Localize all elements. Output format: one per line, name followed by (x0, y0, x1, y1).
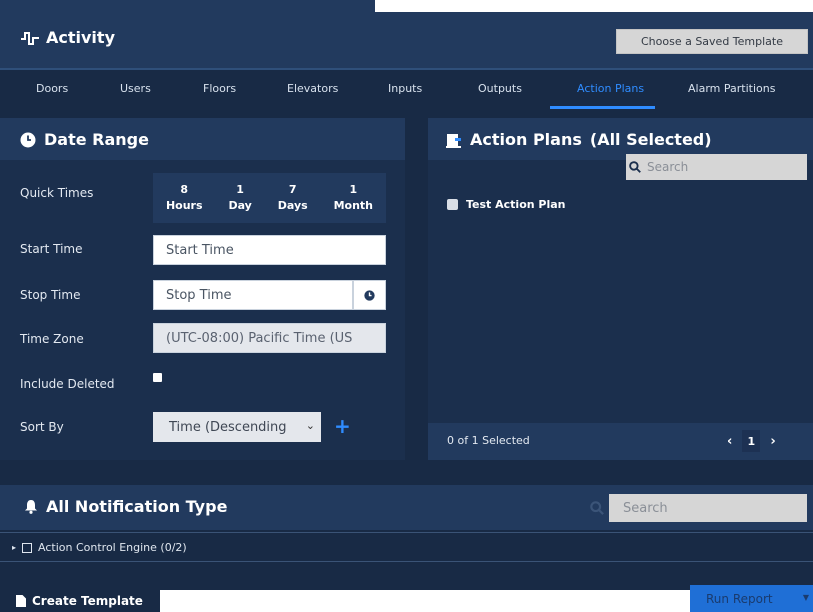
quick-time-value: 7 (288, 183, 297, 196)
tab-elevators[interactable]: Elevators (287, 82, 338, 95)
stop-time-input[interactable]: Stop Time (153, 280, 353, 310)
action-plans-search-input[interactable]: Search (626, 154, 807, 180)
quick-times-group: 8 Hours 1 Day 7 Days 1 Month (153, 173, 386, 223)
notification-type-title-label: All Notification Type (46, 497, 228, 516)
notification-type-title: All Notification Type (24, 497, 227, 516)
search-icon (590, 500, 604, 515)
quick-time-value: 1 (349, 183, 358, 196)
list-item[interactable]: Test Action Plan (447, 198, 566, 211)
active-tab-indicator (550, 106, 655, 109)
quick-time-unit: Days (277, 199, 308, 212)
add-sort-icon[interactable]: + (334, 414, 351, 438)
quick-time-7-days[interactable]: 7 Days (278, 182, 308, 214)
quick-time-1-month[interactable]: 1 Month (334, 182, 373, 214)
quick-time-1-day[interactable]: 1 Day (228, 182, 251, 214)
sort-by-select[interactable]: Time (Descending ⌄ (153, 412, 321, 442)
tab-outputs[interactable]: Outputs (478, 82, 522, 95)
quick-time-unit: Day (228, 199, 252, 212)
quick-time-unit: Month (333, 199, 374, 212)
notification-search-input[interactable]: Search (609, 494, 807, 522)
action-plan-checkbox[interactable] (447, 199, 458, 210)
tab-inputs[interactable]: Inputs (388, 82, 422, 95)
document-icon (16, 595, 26, 607)
clock-icon (20, 132, 36, 147)
activity-icon (21, 31, 39, 45)
create-template-button[interactable]: Create Template (0, 590, 160, 612)
start-time-label: Start Time (20, 242, 83, 256)
quick-time-value: 8 (180, 183, 189, 196)
selection-count: 0 of 1 Selected (447, 434, 530, 447)
tab-users[interactable]: Users (120, 82, 151, 95)
start-time-input[interactable]: Start Time (153, 235, 386, 265)
time-zone-field: (UTC-08:00) Pacific Time (US (153, 323, 386, 353)
quick-times-label: Quick Times (20, 186, 94, 200)
stop-time-picker-button[interactable] (353, 280, 386, 310)
door-exit-icon (446, 133, 461, 148)
quick-time-unit: Hours (165, 199, 203, 212)
top-strip (0, 0, 375, 14)
tab-alarm-partitions[interactable]: Alarm Partitions (688, 82, 775, 95)
tab-doors[interactable]: Doors (36, 82, 68, 95)
stop-time-label: Stop Time (20, 288, 81, 302)
notification-checkbox[interactable] (22, 542, 33, 553)
date-range-title: Date Range (20, 130, 149, 149)
sort-by-label: Sort By (20, 420, 64, 434)
search-placeholder: Search (647, 160, 689, 174)
pagination: ‹ 1 › (727, 430, 776, 452)
notification-row-content: ▸ Action Control Engine (0/2) (12, 541, 187, 554)
action-plans-selection-label: (All Selected) (589, 130, 712, 149)
sort-by-value: Time (Descending (169, 419, 287, 435)
next-page-icon[interactable]: › (770, 434, 775, 449)
action-plan-label: Test Action Plan (466, 198, 566, 211)
page-title-label: Activity (46, 28, 115, 47)
run-report-label: Run Report (706, 591, 773, 606)
chevron-down-icon[interactable]: ▼ (803, 593, 809, 602)
time-zone-label: Time Zone (20, 332, 84, 346)
action-plans-title-label: Action Plans (470, 130, 582, 149)
expand-caret-icon[interactable]: ▸ (12, 543, 16, 552)
notification-row-label: Action Control Engine (0/2) (38, 541, 187, 554)
page-title: Activity (20, 28, 115, 47)
tab-floors[interactable]: Floors (203, 82, 236, 95)
run-report-button[interactable]: Run Report ▼ (690, 585, 813, 612)
current-page[interactable]: 1 (742, 430, 761, 452)
search-icon (629, 161, 641, 173)
bell-icon (25, 500, 37, 514)
include-deleted-checkbox[interactable] (153, 373, 162, 382)
quick-time-value: 1 (236, 183, 244, 196)
prev-page-icon[interactable]: ‹ (727, 434, 732, 449)
quick-time-8-hours[interactable]: 8 Hours (166, 182, 203, 214)
action-plans-title: Action Plans (All Selected) (446, 130, 712, 149)
create-template-label: Create Template (32, 594, 143, 608)
tab-action-plans[interactable]: Action Plans (577, 82, 644, 95)
top-strip-white (375, 0, 813, 12)
clock-icon (364, 289, 375, 301)
include-deleted-label: Include Deleted (20, 377, 115, 391)
chevron-down-icon: ⌄ (305, 419, 315, 432)
choose-template-button[interactable]: Choose a Saved Template (616, 29, 808, 54)
tab-bar: Doors Users Floors Elevators Inputs Outp… (0, 68, 813, 109)
date-range-title-label: Date Range (44, 130, 149, 149)
